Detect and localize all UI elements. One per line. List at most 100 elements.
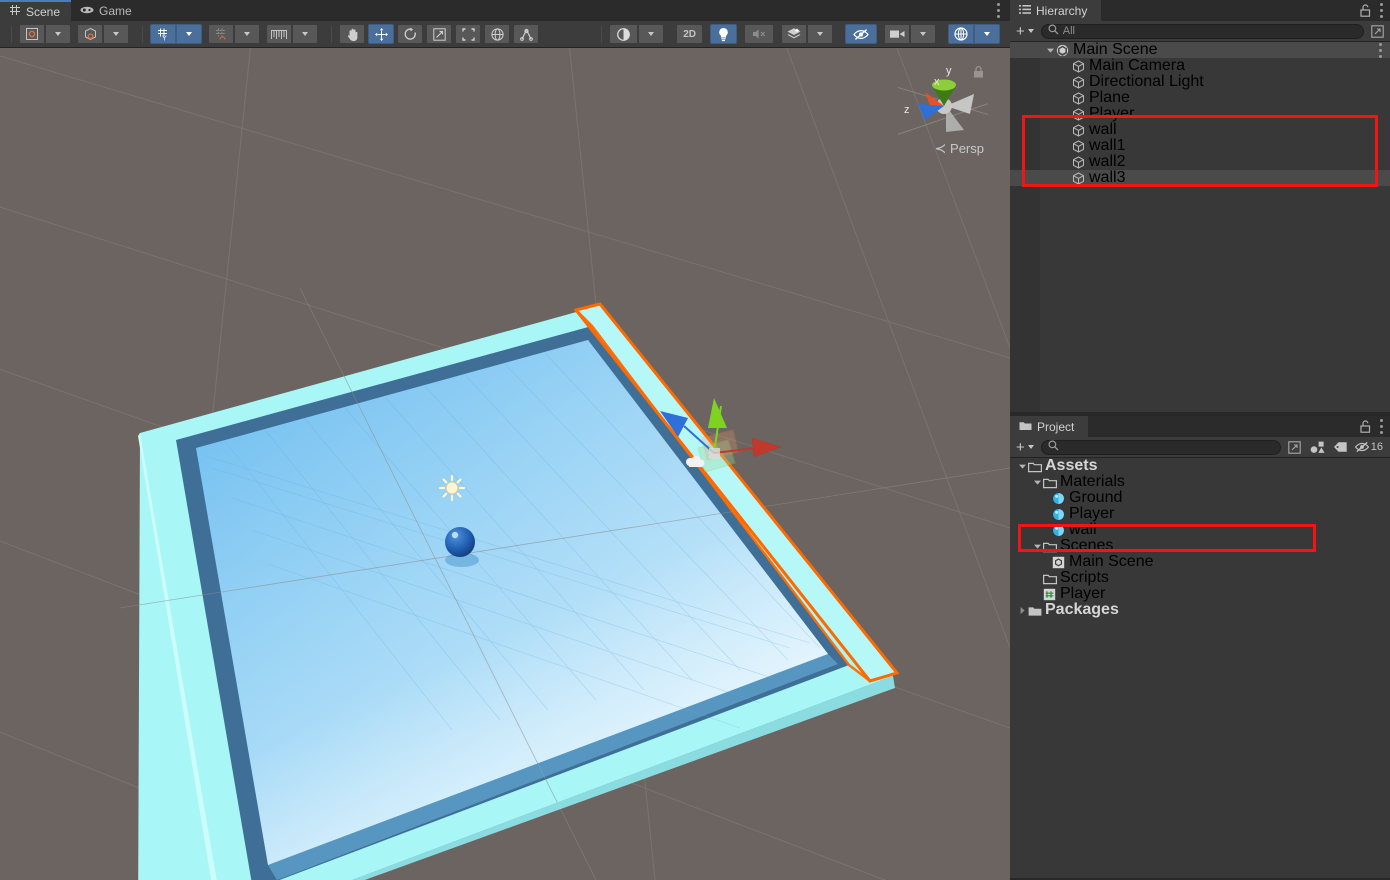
scale-tool-button[interactable]	[426, 24, 452, 44]
tab-project[interactable]: Project	[1010, 416, 1089, 437]
chevron-right-icon[interactable]	[1016, 606, 1028, 615]
project-row-player-material[interactable]: Player	[1010, 506, 1390, 522]
hierarchy-header: Hierarchy	[1010, 0, 1390, 21]
svg-text:x: x	[934, 76, 940, 88]
transform-tool-button[interactable]	[484, 24, 510, 44]
project-row-assets[interactable]: Assets	[1010, 458, 1390, 474]
scene-audio-button[interactable]	[744, 24, 774, 44]
hierarchy-add-button[interactable]: +	[1013, 24, 1037, 39]
tool-handle-position-button[interactable]	[19, 24, 45, 44]
hierarchy-scene-row[interactable]: Main Scene	[1010, 42, 1390, 58]
hierarchy-search-expand-button[interactable]	[1368, 23, 1387, 40]
hierarchy-scene-menu[interactable]	[1379, 43, 1382, 58]
hierarchy-item-main-camera[interactable]: Main Camera	[1010, 58, 1390, 74]
project-row-label: Materials	[1060, 473, 1125, 490]
project-row-scripts[interactable]: Scripts	[1010, 570, 1390, 586]
tab-game[interactable]: Game	[71, 0, 143, 21]
project-row-label: Ground	[1069, 489, 1123, 506]
hand-tool-button[interactable]	[339, 24, 365, 44]
scene-viewport[interactable]: x y z ≺ Persp	[0, 48, 1010, 880]
gizmos-group	[948, 24, 1000, 44]
hierarchy-item-wall2[interactable]: wall2	[1010, 154, 1390, 170]
grid-size-button[interactable]	[266, 24, 292, 44]
gameobject-icon	[1072, 155, 1086, 169]
project-row-label: Assets	[1045, 458, 1098, 474]
toggle-2d-button[interactable]: 2D	[676, 24, 703, 44]
chevron-down-icon[interactable]	[1016, 462, 1028, 471]
project-rows: Assets Materials Ground Player wall Scen…	[1010, 458, 1390, 618]
project-row-ground-material[interactable]: Ground	[1010, 490, 1390, 506]
project-row-packages[interactable]: Packages	[1010, 602, 1390, 618]
scene-options-menu[interactable]	[997, 3, 1000, 18]
tab-scene[interactable]: Scene	[0, 0, 72, 21]
hierarchy-item-wall3[interactable]: wall3	[1010, 170, 1390, 186]
project-visibility-counter[interactable]: 16	[1354, 439, 1387, 456]
hierarchy-item-label: wall2	[1089, 153, 1126, 170]
tab-hierarchy[interactable]: Hierarchy	[1010, 0, 1102, 21]
fx-dropdown[interactable]	[807, 24, 833, 44]
grid-snapping-button[interactable]: Y	[150, 24, 176, 44]
hierarchy-search-input[interactable]: All	[1040, 23, 1364, 39]
material-icon	[1052, 492, 1066, 505]
fx-button[interactable]	[781, 24, 807, 44]
snap-increment-button[interactable]	[208, 24, 234, 44]
project-row-scenes[interactable]: Scenes	[1010, 538, 1390, 554]
rotate-tool-button[interactable]	[397, 24, 423, 44]
hierarchy-tree[interactable]: Main Scene Main Camera Directional Light…	[1010, 42, 1390, 412]
project-row-main-scene[interactable]: Main Scene	[1010, 554, 1390, 570]
grid-snapping-dropdown[interactable]	[176, 24, 202, 44]
gameobject-icon	[1072, 75, 1086, 89]
hierarchy-options-menu[interactable]	[1380, 3, 1383, 18]
chevron-down-icon[interactable]	[1031, 478, 1043, 487]
hierarchy-toolbar: + All	[1010, 21, 1390, 42]
camera-settings-group	[884, 24, 936, 44]
scene-visibility-button[interactable]	[845, 24, 877, 44]
chevron-down-icon[interactable]	[1031, 542, 1043, 551]
project-tree[interactable]: Assets Materials Ground Player wall Scen…	[1010, 458, 1390, 878]
project-search-expand-button[interactable]	[1285, 439, 1304, 456]
grid-size-group	[266, 24, 318, 44]
project-row-wall-material[interactable]: wall	[1010, 522, 1390, 538]
project-row-label: Player	[1060, 585, 1106, 602]
tool-handle-rotation-button[interactable]	[77, 24, 103, 44]
snap-increment-dropdown[interactable]	[234, 24, 260, 44]
hierarchy-item-player[interactable]: Player	[1010, 106, 1390, 122]
tool-handle-rotation-dropdown[interactable]	[103, 24, 129, 44]
move-tool-button[interactable]	[368, 24, 394, 44]
tool-handle-position-dropdown[interactable]	[45, 24, 71, 44]
project-row-materials[interactable]: Materials	[1010, 474, 1390, 490]
scene-lighting-button[interactable]	[710, 24, 737, 44]
hierarchy-panel: Hierarchy + All Main Scene Main Camera D…	[1010, 0, 1390, 412]
chevron-down-icon	[1027, 445, 1034, 449]
gizmos-button[interactable]	[948, 24, 974, 44]
draw-mode-button[interactable]	[609, 24, 639, 44]
lock-open-icon[interactable]	[1360, 420, 1371, 433]
tab-scene-label: Scene	[26, 4, 61, 19]
chevron-down-icon[interactable]	[1044, 46, 1056, 55]
camera-settings-button[interactable]	[884, 24, 910, 44]
hierarchy-item-directional-light[interactable]: Directional Light	[1010, 74, 1390, 90]
gizmos-dropdown[interactable]	[974, 24, 1000, 44]
projection-label: ≺ Persp	[934, 140, 984, 156]
project-options-menu[interactable]	[1380, 419, 1383, 434]
lock-open-icon[interactable]	[1360, 4, 1371, 17]
grid-size-dropdown[interactable]	[292, 24, 318, 44]
search-by-label-button[interactable]	[1331, 439, 1350, 456]
project-search-input[interactable]	[1040, 439, 1281, 455]
gizmo-lock-icon[interactable]	[973, 65, 984, 78]
rect-tool-button[interactable]	[455, 24, 481, 44]
hierarchy-item-wall[interactable]: wall	[1010, 122, 1390, 138]
unity-scene-icon	[1056, 44, 1070, 57]
project-add-button[interactable]: +	[1013, 440, 1037, 455]
fx-group	[781, 24, 833, 44]
hierarchy-item-wall1[interactable]: wall1	[1010, 138, 1390, 154]
hierarchy-header-actions	[1360, 3, 1383, 18]
project-row-player-script[interactable]: Player	[1010, 586, 1390, 602]
camera-settings-dropdown[interactable]	[910, 24, 936, 44]
search-by-type-button[interactable]	[1308, 439, 1327, 456]
custom-editor-tool-button[interactable]	[513, 24, 539, 44]
search-icon	[1048, 440, 1059, 454]
hierarchy-item-plane[interactable]: Plane	[1010, 90, 1390, 106]
draw-mode-dropdown[interactable]	[638, 24, 665, 44]
hierarchy-item-label: wall	[1089, 121, 1117, 138]
